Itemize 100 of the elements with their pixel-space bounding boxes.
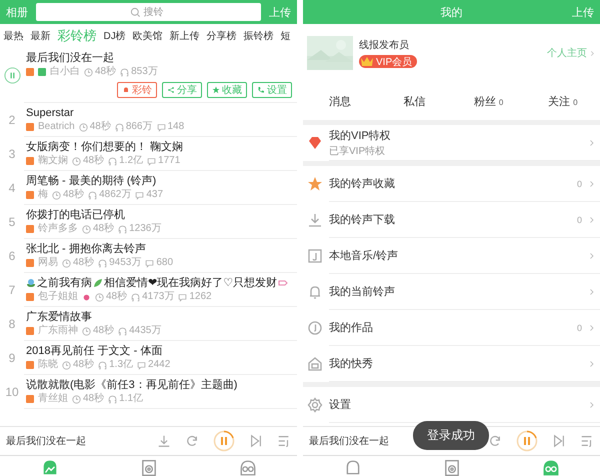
now-playing-title[interactable]: 最后我们没在一起 bbox=[6, 434, 86, 448]
chevron-right-icon bbox=[588, 286, 596, 296]
next-icon[interactable] bbox=[249, 434, 263, 448]
chart-tab[interactable]: 振铃榜 bbox=[240, 29, 278, 43]
rank-number: 8 bbox=[8, 317, 16, 331]
chart-tab[interactable]: 欧美馆 bbox=[129, 29, 166, 43]
glasses-face-icon[interactable] bbox=[542, 459, 560, 476]
music-note-icon bbox=[307, 320, 323, 336]
song-title[interactable]: 说散就散(电影《前任3：再见前任》主题曲) bbox=[26, 378, 295, 392]
play-count: 1.3亿 bbox=[109, 359, 134, 371]
song-title[interactable]: 之前我有病 bbox=[37, 276, 92, 290]
repeat-icon[interactable] bbox=[488, 434, 502, 448]
next-icon[interactable] bbox=[552, 434, 566, 448]
headphones-icon bbox=[118, 326, 128, 336]
chart-tab[interactable]: 最新 bbox=[27, 29, 54, 43]
chart-tab[interactable]: 新上传 bbox=[166, 29, 204, 43]
song-title[interactable]: 相信爱情❤现在我病好了♡只想发财 bbox=[104, 276, 278, 290]
rank-number: 10 bbox=[5, 385, 19, 399]
speaker-icon[interactable] bbox=[140, 459, 158, 476]
item-count: 0 bbox=[576, 214, 582, 224]
play-count: 4435万 bbox=[129, 325, 162, 337]
play-count: 1.1亿 bbox=[119, 393, 144, 405]
star-icon bbox=[307, 176, 323, 192]
menu-item-label[interactable]: 设置 bbox=[329, 397, 582, 412]
clock-icon bbox=[62, 360, 71, 370]
comment-count: 1262 bbox=[189, 291, 212, 303]
headphones-icon bbox=[98, 360, 108, 370]
headphones-icon bbox=[118, 224, 128, 234]
pause-button-icon[interactable] bbox=[213, 430, 235, 452]
menu-item-label[interactable]: 我的快秀 bbox=[329, 356, 582, 371]
chevron-right-icon bbox=[588, 322, 596, 332]
download-icon[interactable] bbox=[157, 434, 171, 448]
uploader-name: 陈晓 bbox=[38, 359, 58, 371]
song-title[interactable]: 女版病变！你们想要的！ 鞠文娴 bbox=[26, 140, 295, 154]
clock-icon bbox=[95, 292, 104, 302]
stat-tab[interactable]: 私信 bbox=[403, 94, 426, 108]
settings-icon bbox=[307, 397, 323, 413]
playlist-icon[interactable] bbox=[580, 434, 594, 448]
now-playing-title[interactable]: 最后我们没在一起 bbox=[309, 434, 389, 448]
menu-item-label[interactable]: 我的铃声收藏 bbox=[329, 176, 571, 191]
pause-button-icon[interactable] bbox=[516, 430, 538, 452]
user-name: 线报发布员 bbox=[359, 38, 409, 52]
song-title[interactable]: 你拨打的电话已停机 bbox=[26, 208, 295, 222]
rank-number: 2 bbox=[8, 113, 16, 127]
play-count: 1236万 bbox=[129, 223, 162, 235]
speaker-icon[interactable] bbox=[442, 459, 460, 476]
phone-icon bbox=[257, 86, 265, 94]
chevron-right-icon bbox=[588, 250, 596, 260]
uploader-name: 铃声多多 bbox=[38, 223, 78, 235]
rank-number: 6 bbox=[8, 249, 16, 263]
search-icon bbox=[130, 7, 140, 18]
playlist-icon[interactable] bbox=[277, 434, 291, 448]
chart-tab[interactable]: DJ榜 bbox=[100, 29, 130, 43]
uploader-name: 青丝姐 bbox=[38, 393, 68, 405]
glasses-face-icon[interactable] bbox=[238, 459, 256, 476]
comment-count: 1771 bbox=[158, 155, 180, 167]
comment-icon bbox=[147, 156, 156, 166]
duration-text: 48秒 bbox=[73, 257, 94, 269]
menu-item-label[interactable]: 我的铃声下载 bbox=[329, 212, 571, 227]
duration-text: 48秒 bbox=[95, 66, 116, 78]
song-title[interactable]: 最后我们没在一起 bbox=[26, 51, 295, 65]
pause-icon[interactable] bbox=[4, 67, 20, 84]
comment-icon bbox=[137, 360, 146, 370]
uploader-name: 包子姐姐 bbox=[38, 291, 78, 303]
page-title: 我的 bbox=[440, 6, 462, 20]
duration-text: 48秒 bbox=[106, 291, 128, 303]
download-icon bbox=[307, 212, 323, 228]
song-title[interactable]: 周笔畅 - 最美的期待 (铃声) bbox=[26, 174, 295, 188]
headphones-icon bbox=[131, 292, 140, 302]
stat-tab[interactable]: 关注 0 bbox=[548, 94, 578, 108]
rank-number: 7 bbox=[8, 283, 16, 297]
chart-tab[interactable]: 最热 bbox=[0, 29, 27, 43]
stat-tab[interactable]: 消息 bbox=[329, 94, 352, 108]
search-field[interactable]: 搜铃 bbox=[36, 3, 261, 21]
headphones-icon bbox=[114, 122, 124, 132]
clock-icon bbox=[52, 190, 61, 200]
menu-item-label[interactable]: 我的当前铃声 bbox=[329, 284, 582, 299]
chevron-right-icon bbox=[588, 400, 596, 410]
duration-text: 48秒 bbox=[73, 359, 94, 371]
clock-icon bbox=[78, 122, 88, 132]
rank-number: 5 bbox=[8, 215, 16, 229]
song-title[interactable]: Superstar bbox=[26, 106, 295, 120]
headphones-icon bbox=[108, 156, 118, 166]
comment-icon bbox=[135, 190, 144, 200]
song-title[interactable]: 2018再见前任 于文文 - 体面 bbox=[26, 344, 295, 358]
song-title[interactable]: 广东爱情故事 bbox=[26, 310, 295, 324]
menu-item-label[interactable]: 我的VIP特权 bbox=[329, 128, 582, 142]
chart-tab[interactable]: 分享榜 bbox=[203, 29, 240, 43]
menu-item-label[interactable]: 本地音乐/铃声 bbox=[329, 248, 582, 263]
uploader-name: 网易 bbox=[38, 257, 58, 269]
rank-number: 3 bbox=[8, 147, 16, 161]
play-count: 4173万 bbox=[142, 291, 174, 303]
menu-item-label[interactable]: 我的作品 bbox=[329, 320, 571, 335]
chevron-right-icon bbox=[588, 214, 596, 224]
chart-tab[interactable]: 短 bbox=[277, 29, 294, 43]
uploader-name: 广东雨神 bbox=[38, 325, 78, 337]
song-title[interactable]: 张北北 - 拥抱你离去铃声 bbox=[26, 242, 295, 256]
stat-tab[interactable]: 粉丝 0 bbox=[474, 94, 504, 108]
play-count: 1.2亿 bbox=[119, 155, 144, 167]
clock-icon bbox=[72, 156, 81, 166]
